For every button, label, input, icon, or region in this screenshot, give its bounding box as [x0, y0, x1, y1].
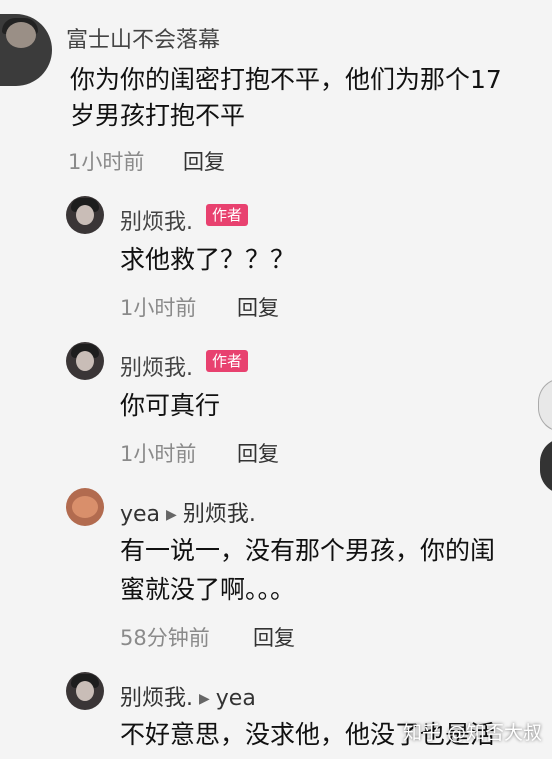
avatar-face: [76, 681, 94, 701]
reply-button[interactable]: 回复: [237, 438, 279, 468]
reply-author-line: 别烦我. ▶ yea: [120, 680, 256, 712]
author-badge: 作者: [206, 204, 249, 226]
reply-arrow-icon: ▶: [199, 691, 210, 707]
reply-time: 58分钟前: [120, 626, 210, 650]
reply-to-user[interactable]: yea: [216, 686, 256, 711]
reply-time: 1小时前: [120, 296, 197, 320]
comment-author[interactable]: 富士山不会落幕: [66, 22, 220, 54]
avatar[interactable]: [66, 342, 104, 380]
side-avatar-edge: [538, 378, 552, 432]
avatar[interactable]: [66, 488, 104, 526]
reply-text-line2: 蜜就没了啊。。。: [120, 575, 296, 604]
avatar-face: [72, 496, 98, 518]
reply-button[interactable]: 回复: [237, 292, 279, 322]
watermark: 知乎 @知否大叔: [402, 722, 542, 744]
comment-time: 1小时前: [68, 150, 145, 174]
reply-author[interactable]: 别烦我.: [120, 686, 193, 711]
side-avatar-edge: [540, 438, 552, 494]
comment-text-line2: 岁男孩打抱不平: [70, 101, 246, 130]
reply-author[interactable]: 别烦我.: [120, 350, 193, 382]
avatar[interactable]: [0, 14, 52, 86]
reply-text: 你可真行: [120, 391, 221, 420]
reply-author[interactable]: yea: [120, 502, 160, 527]
reply-author-line: yea ▶ 别烦我.: [120, 496, 256, 528]
avatar-face: [76, 205, 94, 225]
author-badge: 作者: [206, 350, 249, 372]
reply-text: 求他救了？？？: [120, 245, 296, 274]
avatar[interactable]: [66, 196, 104, 234]
reply-arrow-icon: ▶: [166, 507, 177, 523]
reply-author[interactable]: 别烦我.: [120, 204, 193, 236]
reply-button[interactable]: 回复: [183, 146, 225, 176]
reply-time: 1小时前: [120, 442, 197, 466]
comment-thread: 富士山不会落幕 你为你的闺密打抱不平，他们为那个17 岁男孩打抱不平 1小时前 …: [0, 0, 552, 759]
reply-button[interactable]: 回复: [253, 622, 295, 652]
reply-text-line1: 有一说一，没有那个男孩，你的闺: [120, 536, 496, 565]
avatar-face: [76, 351, 94, 371]
avatar[interactable]: [66, 672, 104, 710]
comment-text-line1: 你为你的闺密打抱不平，他们为那个17: [70, 65, 502, 94]
avatar-face: [6, 22, 36, 48]
reply-to-user[interactable]: 别烦我.: [183, 502, 256, 527]
